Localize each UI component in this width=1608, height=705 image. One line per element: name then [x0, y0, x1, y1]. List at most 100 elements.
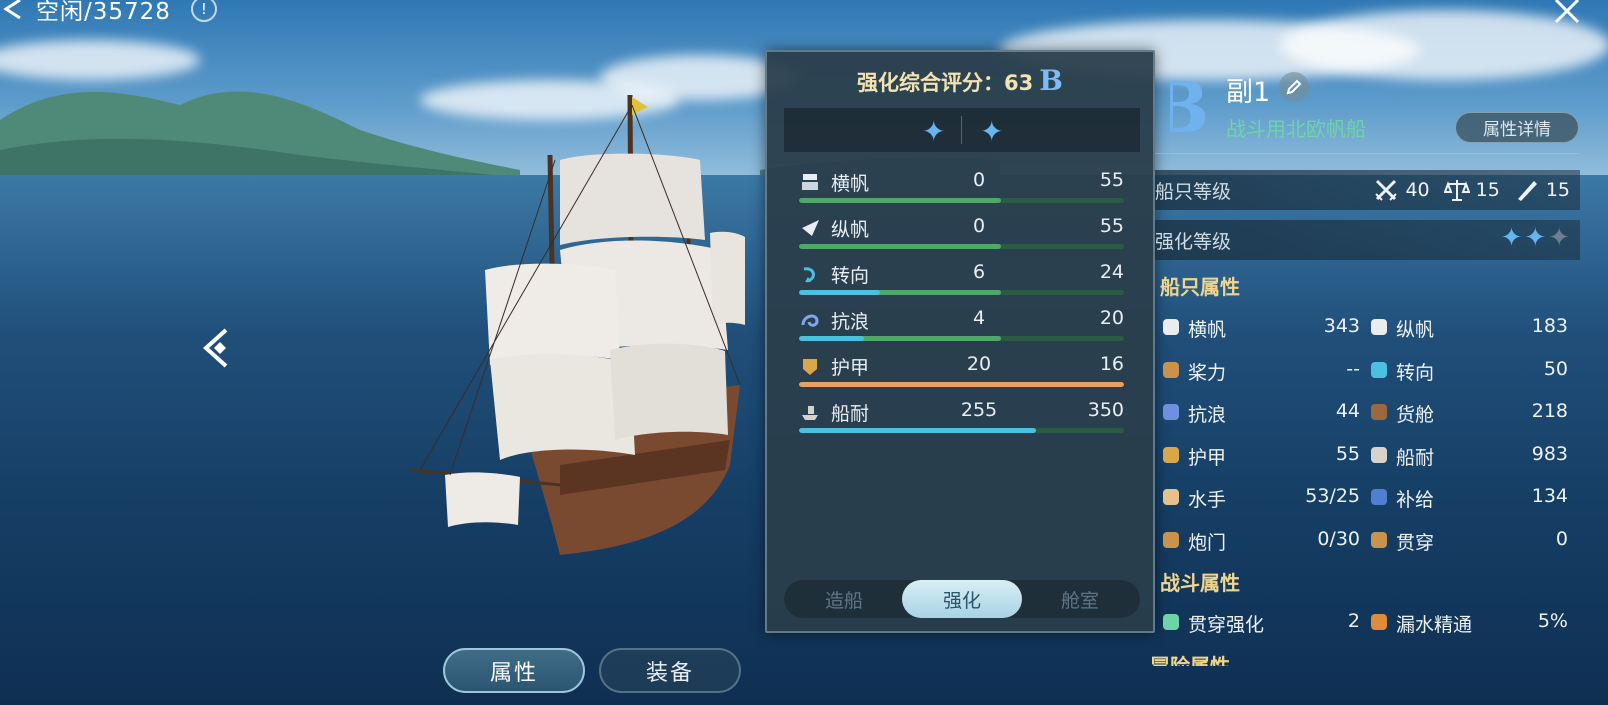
attribute-name: 贯穿 [1396, 531, 1435, 554]
ship-attribute: 炮门 0/30 [1160, 526, 1360, 556]
ship-attribute: 纵帆 183 [1368, 313, 1568, 343]
attribute-name: 货舱 [1396, 404, 1435, 426]
stat-max: 24 [1099, 261, 1124, 283]
stat-row: 船耐 255 350 [799, 397, 1124, 433]
stat-icon [802, 406, 818, 420]
stat-max: 20 [1099, 307, 1124, 329]
attribute-icon [1371, 446, 1387, 463]
empty-star: ✦ [1548, 223, 1572, 253]
score-label: 强化综合评分： [857, 71, 1005, 95]
enhance-level-row: 强化等级 ✦✦✦ [1155, 220, 1580, 260]
attribute-icon [1163, 404, 1179, 420]
edit-name-button[interactable] [1279, 72, 1309, 102]
attribute-icon [1163, 489, 1179, 505]
stat-progress-bar [799, 428, 1124, 433]
galleon-ship [410, 94, 745, 555]
attribute-value: 134 [1531, 485, 1568, 507]
attribute-name: 桨力 [1188, 361, 1227, 384]
combat-level-value: 40 [1405, 179, 1430, 201]
stat-current: 4 [972, 307, 986, 329]
stat-progress-bar [799, 290, 1124, 295]
scales-icon [1443, 180, 1470, 201]
attribute-icon [1163, 614, 1179, 630]
stat-progress-current [799, 290, 881, 295]
stat-max: 55 [1099, 169, 1124, 191]
stat-row: 横帆 0 55 [799, 167, 1124, 203]
trade-level-value: 15 [1475, 179, 1500, 201]
stat-current: 0 [972, 215, 986, 237]
star-icon: ✦ [922, 115, 946, 148]
attribute-value: -- [1346, 357, 1360, 380]
attribute-icon [1371, 614, 1387, 630]
stat-name: 横帆 [831, 173, 870, 195]
attribute-name: 护甲 [1188, 446, 1227, 469]
quill-icon [1517, 181, 1537, 201]
ship-attribute: 补给 134 [1368, 483, 1568, 513]
stat-row: 转向 6 24 [799, 259, 1124, 295]
tab-equipment[interactable]: 装备 [599, 648, 741, 693]
stat-progress-current [799, 336, 864, 341]
stat-max: 16 [1099, 353, 1124, 375]
back-chevron-icon[interactable] [0, 0, 26, 22]
ship-name: 副1 [1226, 77, 1271, 108]
pencil-icon [1286, 79, 1302, 95]
attribute-value: 343 [1323, 315, 1360, 337]
ship-attribute: 转向 50 [1368, 356, 1568, 386]
enhancement-panel: 强化综合评分：63 B ✦ ✦ 横帆 0 55 纵帆 0 55 转向 6 24 抗浪 4 20 护甲 20 1… [765, 50, 1155, 633]
attribute-name: 抗浪 [1188, 404, 1227, 426]
attribute-icon [1371, 404, 1387, 420]
adventure-level: 15 [1514, 177, 1570, 203]
star-icon: ✦ [980, 115, 1004, 148]
attribute-name: 炮门 [1188, 531, 1227, 554]
attribute-value: 0 [1555, 527, 1568, 550]
battle-attributes-heading: 战斗属性 [1160, 571, 1240, 595]
score-value: 63 [1004, 71, 1034, 95]
info-button[interactable]: ! [190, 0, 217, 22]
attribute-name: 横帆 [1188, 319, 1227, 341]
ship-attribute: 桨力 -- [1160, 356, 1360, 386]
tab-shipbuilding[interactable]: 造船 [784, 580, 904, 618]
ship-attribute: 货舱 218 [1368, 398, 1568, 428]
attribute-icon [1163, 361, 1179, 378]
ship-levels: 40 15 15 [1373, 177, 1570, 203]
stat-icon [802, 174, 818, 190]
attribute-icon [1371, 361, 1387, 378]
attribute-name: 补给 [1396, 489, 1435, 511]
ship-attribute: 横帆 343 [1160, 313, 1360, 343]
attribute-icon [1371, 319, 1387, 335]
enhance-level-stars: ✦✦✦ [1501, 223, 1572, 253]
attribute-name: 纵帆 [1396, 319, 1435, 341]
stat-icon [803, 359, 817, 375]
score-grade: B [1039, 64, 1063, 97]
panel-mode-switch: 造船 强化 舱室 [784, 580, 1140, 618]
stat-icon [801, 314, 819, 327]
ship-attribute: 水手 53/25 [1160, 483, 1360, 513]
attribute-value: 50 [1543, 357, 1568, 380]
stat-name: 纵帆 [831, 219, 870, 241]
tab-enhance[interactable]: 强化 [902, 580, 1022, 618]
ship-level-row: 船只等级 40 15 15 [1155, 170, 1580, 210]
tab-cabin[interactable]: 舱室 [1020, 580, 1140, 618]
adventure-level-value: 15 [1545, 179, 1570, 201]
tab-attributes[interactable]: 属性 [443, 648, 585, 693]
stat-current: 255 [960, 399, 998, 421]
ship-level-label: 船只等级 [1155, 181, 1232, 203]
attribute-details-button[interactable]: 属性详情 [1455, 112, 1579, 143]
enhancement-star-bar: ✦ ✦ [784, 108, 1140, 152]
stat-row: 纵帆 0 55 [799, 213, 1124, 249]
previous-ship-arrow-icon[interactable] [196, 326, 240, 370]
close-icon[interactable] [1550, 0, 1584, 28]
ship-attribute: 船耐 983 [1368, 441, 1568, 471]
ship-type: 战斗用北欧帆船 [1226, 117, 1366, 141]
stat-current: 6 [972, 261, 986, 283]
battle-attribute: 贯穿强化 2 [1160, 608, 1360, 638]
stat-max: 350 [1087, 399, 1124, 421]
stat-current: 0 [972, 169, 986, 191]
crossed-swords-icon [1375, 179, 1398, 201]
combat-level: 40 [1373, 177, 1430, 203]
stat-progress-bar [799, 382, 1124, 387]
attribute-value: 2 [1347, 610, 1360, 632]
attribute-value: 44 [1335, 400, 1360, 422]
adventure-attributes-heading: 冒险属性 [1150, 654, 1230, 666]
trade-level: 15 [1443, 177, 1500, 203]
